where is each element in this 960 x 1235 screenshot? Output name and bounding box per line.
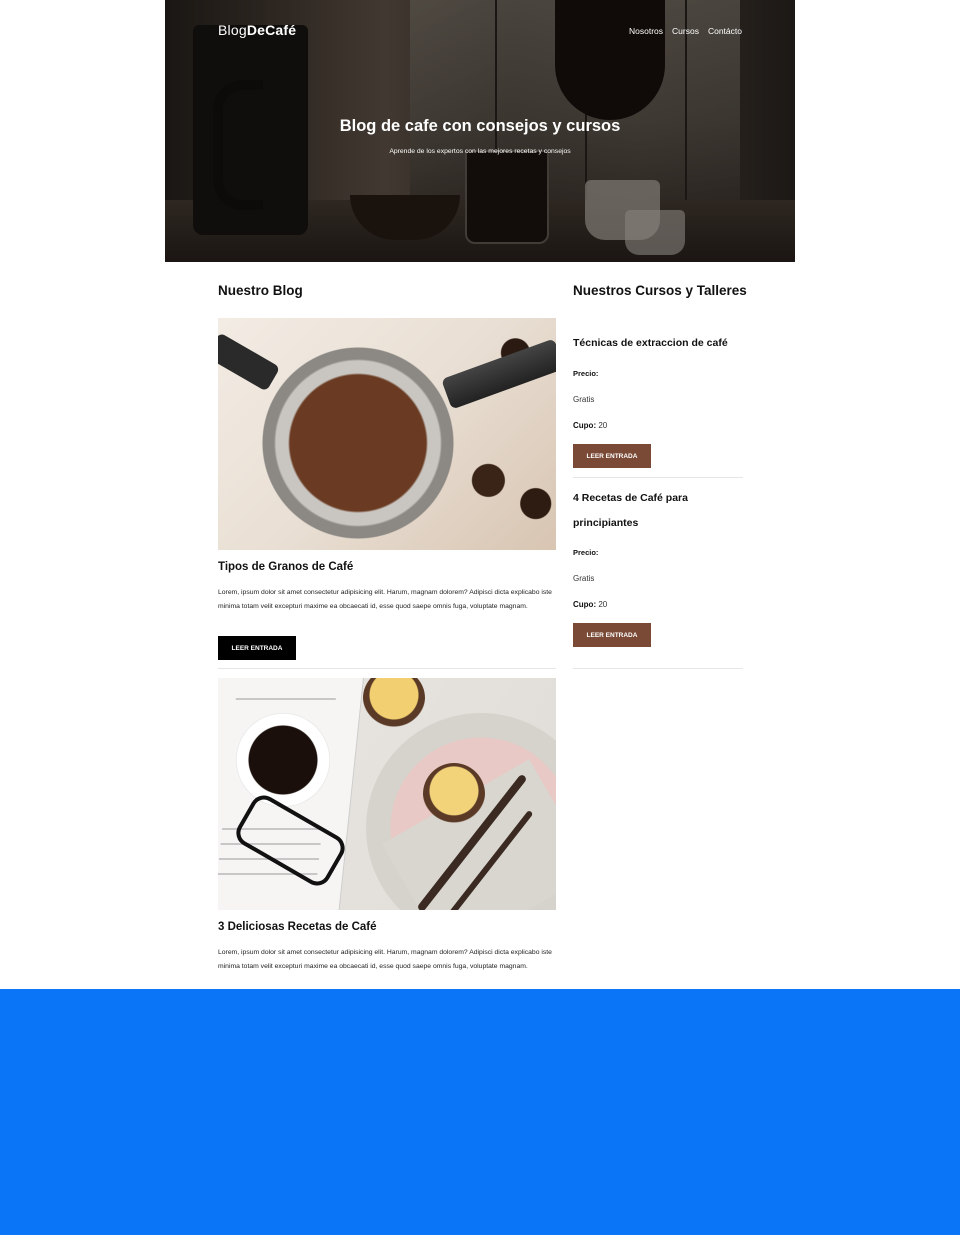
main-nav: Nosotros Cursos Contácto: [629, 26, 742, 36]
hero-banner: BlogDeCafé Nosotros Cursos Contácto Blog…: [165, 0, 795, 262]
post-title[interactable]: 3 Deliciosas Recetas de Café: [218, 921, 377, 933]
logo-bold: DeCafé: [246, 22, 297, 38]
cupo-value: 20: [598, 421, 608, 430]
post-excerpt: Lorem, ipsum dolor sit amet consectetur …: [218, 949, 552, 970]
course-cupo: Cupo: 20: [573, 600, 607, 609]
nav-link-nosotros[interactable]: Nosotros: [629, 26, 663, 36]
course-title[interactable]: 4 Recetas de Café para principiantes: [573, 486, 743, 536]
nav-link-contacto[interactable]: Contácto: [708, 26, 742, 36]
cupo-value: 20: [598, 600, 608, 609]
course-read-button[interactable]: LEER ENTRADA: [573, 623, 651, 647]
site-logo[interactable]: BlogDeCafé: [218, 22, 296, 38]
post-image-coffee-cupcakes[interactable]: [218, 678, 556, 910]
read-post-button[interactable]: LEER ENTRADA: [218, 636, 296, 660]
course-divider: [573, 668, 743, 669]
course-divider: [573, 477, 743, 478]
course-title[interactable]: Técnicas de extraccion de café: [573, 331, 743, 356]
course-read-button[interactable]: LEER ENTRADA: [573, 444, 651, 468]
course-price-label: Precio:: [573, 548, 599, 557]
post-title[interactable]: Tipos de Granos de Café: [218, 561, 353, 573]
post-divider: [218, 668, 556, 669]
cupo-label: Cupo:: [573, 421, 597, 430]
post-image-coffee-grounds[interactable]: [218, 318, 556, 550]
blog-section-title: Nuestro Blog: [218, 283, 303, 298]
post-excerpt: Lorem, ipsum dolor sit amet consectetur …: [218, 589, 552, 610]
hero-subtitle: Aprende de los expertos con las mejores …: [389, 148, 571, 155]
cupo-label: Cupo:: [573, 600, 597, 609]
course-price: Gratis: [573, 574, 595, 583]
courses-section-title: Nuestros Cursos y Talleres: [573, 283, 747, 298]
logo-prefix: Blog: [218, 22, 247, 38]
course-price-label: Precio:: [573, 369, 599, 378]
course-price: Gratis: [573, 395, 595, 404]
course-cupo: Cupo: 20: [573, 421, 607, 430]
page: BlogDeCafé Nosotros Cursos Contácto Blog…: [0, 0, 960, 989]
nav-link-cursos[interactable]: Cursos: [672, 26, 699, 36]
hero-title: Blog de cafe con consejos y cursos: [339, 117, 621, 135]
